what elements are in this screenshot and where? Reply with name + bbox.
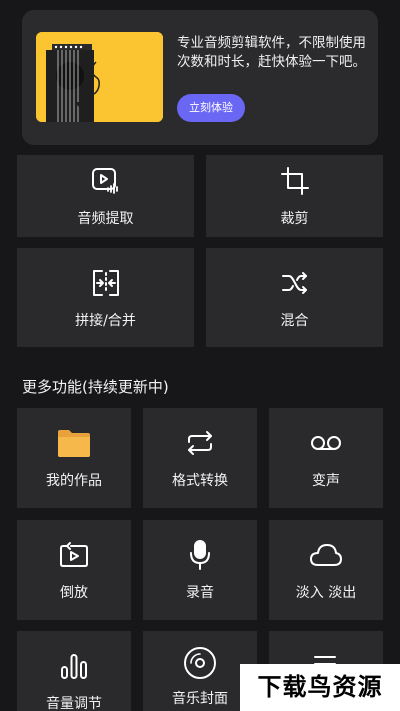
audio-extract-icon <box>89 164 123 198</box>
voicemail-icon <box>309 426 343 460</box>
try-now-button[interactable]: 立刻体验 <box>177 94 245 122</box>
tile-volume[interactable]: 音量调节 <box>17 631 131 711</box>
tile-my-works[interactable]: 我的作品 <box>17 408 131 508</box>
repeat-icon <box>183 426 217 460</box>
tile-mix[interactable]: 混合 <box>206 248 383 347</box>
tile-merge[interactable]: 拼接/合并 <box>17 248 194 347</box>
tile-label: 格式转换 <box>172 473 228 489</box>
tile-record[interactable]: 录音 <box>143 520 257 620</box>
tile-fade[interactable]: 淡入 淡出 <box>269 520 383 620</box>
tile-label: 我的作品 <box>46 473 102 489</box>
tile-label: 裁剪 <box>280 211 309 227</box>
tile-label: 音频提取 <box>77 211 134 227</box>
promo-banner[interactable]: 专业音频剪辑软件，不限制使用次数和时长，赶快体验一下吧。 立刻体验 <box>22 10 378 145</box>
guitar-illustration <box>36 32 163 122</box>
tile-crop[interactable]: 裁剪 <box>206 155 383 237</box>
tile-label: 混合 <box>280 312 309 329</box>
reverse-play-icon <box>57 538 91 572</box>
cloud-icon <box>309 538 343 572</box>
tile-label: 音乐封面 <box>172 691 228 707</box>
banner-description: 专业音频剪辑软件，不限制使用次数和时长，赶快体验一下吧。 <box>177 35 366 70</box>
volume-bars-icon <box>57 649 91 683</box>
merge-icon <box>89 266 123 300</box>
shuffle-icon <box>278 266 312 300</box>
guitar-icon <box>36 32 163 122</box>
watermark-logo: 下载鸟资源 <box>240 664 400 711</box>
tile-voice-change[interactable]: 变声 <box>269 408 383 508</box>
microphone-icon <box>183 538 217 572</box>
tile-audio-extract[interactable]: 音频提取 <box>17 155 194 237</box>
tile-label: 淡入 淡出 <box>295 585 357 601</box>
crop-icon <box>278 164 312 198</box>
tile-label: 倒放 <box>60 585 88 601</box>
more-features-title: 更多功能(持续更新中) <box>22 378 169 396</box>
tile-label: 音量调节 <box>46 696 102 711</box>
tile-label: 拼接/合并 <box>75 312 136 329</box>
tile-reverse[interactable]: 倒放 <box>17 520 131 620</box>
disc-icon <box>183 646 217 680</box>
tile-label: 变声 <box>312 473 340 489</box>
tile-format-convert[interactable]: 格式转换 <box>143 408 257 508</box>
folder-icon <box>57 426 91 460</box>
tile-label: 录音 <box>186 585 214 601</box>
